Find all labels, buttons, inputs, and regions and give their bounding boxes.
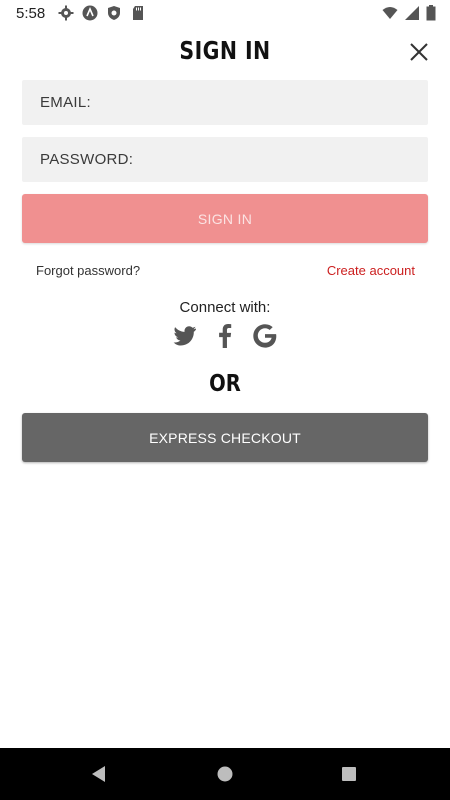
sd-card-icon [130,5,146,21]
social-login-row [0,324,450,348]
or-divider-label: OR [209,371,241,397]
wifi-icon [382,5,398,21]
twitter-icon[interactable] [173,324,197,348]
google-icon[interactable] [253,324,277,348]
status-icons-right [382,5,436,21]
email-field-container [22,80,428,125]
express-checkout-button[interactable]: EXPRESS CHECKOUT [22,413,428,462]
app-icon [82,5,98,21]
status-bar: 5:58 [0,0,450,28]
express-checkout-label: EXPRESS CHECKOUT [149,429,301,446]
create-account-link[interactable]: Create account [327,263,415,278]
password-input[interactable] [38,150,428,169]
recents-icon[interactable] [338,763,360,785]
facebook-icon[interactable] [213,324,237,348]
settings-icon [58,5,74,21]
battery-icon [426,5,436,21]
sign-in-screen: 5:58 SIGN IN EMAIL: SIGN IN Forgot passw… [0,0,450,800]
home-icon[interactable] [214,763,236,785]
signal-icon [404,5,420,21]
page-title: SIGN IN [179,36,271,65]
forgot-password-link[interactable]: Forgot password? [36,263,140,278]
close-button[interactable] [408,41,430,63]
sign-in-button-label: SIGN IN [197,210,253,227]
status-time: 5:58 [16,5,46,22]
navigation-bar [0,748,450,800]
shield-icon [106,5,122,21]
email-input[interactable] [38,93,428,112]
back-icon[interactable] [88,763,110,785]
close-icon [410,43,428,61]
sign-in-button[interactable]: SIGN IN [22,194,428,243]
password-field-container [22,137,428,182]
status-icons-left [58,5,146,21]
connect-with-label: Connect with: [179,299,271,316]
